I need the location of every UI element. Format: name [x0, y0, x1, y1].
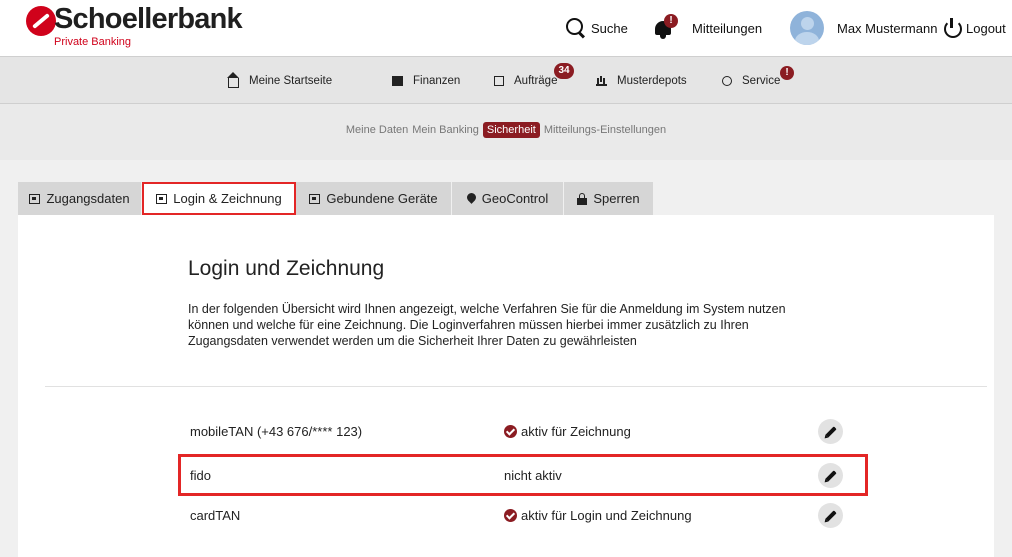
nav-item-service[interactable]: Service	[722, 57, 780, 105]
chart-bars-icon	[596, 76, 607, 86]
pencil-icon	[824, 469, 837, 482]
nav-item-label: Musterdepots	[617, 75, 687, 87]
edit-method-button[interactable]	[818, 503, 843, 528]
sub-navigation: Meine Daten Mein Banking Sicherheit Mitt…	[0, 104, 1012, 160]
avatar	[790, 11, 824, 45]
bell-icon: !	[654, 14, 678, 40]
search-button[interactable]: Suche	[566, 0, 628, 56]
logout-button[interactable]: Logout	[942, 0, 1006, 56]
page-description: In der folgenden Übersicht wird Ihnen an…	[188, 302, 786, 348]
tab-gebundene-geraete[interactable]: Gebundene Geräte	[296, 182, 452, 215]
brand-mark-icon	[26, 6, 56, 36]
tab-login-zeichnung[interactable]: Login & Zeichnung	[142, 182, 296, 215]
tab-label: GeoControl	[481, 191, 549, 206]
tab-label: Gebundene Geräte	[326, 191, 438, 206]
edit-method-button[interactable]	[818, 463, 843, 488]
pencil-icon	[824, 425, 837, 438]
map-pin-icon	[467, 193, 476, 205]
method-status-text: aktiv für Login und Zeichnung	[521, 507, 692, 523]
check-icon	[504, 424, 517, 438]
subnav-item-meine-daten[interactable]: Meine Daten	[346, 124, 408, 136]
power-icon	[942, 17, 964, 39]
method-row-mobiletan: mobileTAN (+43 676/**** 123) aktiv für Z…	[178, 411, 868, 451]
notifications-label: Mitteilungen	[692, 20, 763, 36]
id-card-icon	[29, 193, 41, 204]
nav-item-label: Aufträge	[514, 75, 558, 87]
method-status: aktiv für Zeichnung	[504, 411, 631, 451]
tab-label: Sperren	[593, 191, 640, 206]
edit-method-button[interactable]	[818, 419, 843, 444]
nav-item-musterdepots[interactable]: Musterdepots	[596, 57, 687, 105]
subnav-item-mein-banking[interactable]: Mein Banking	[412, 124, 479, 136]
method-status-text: nicht aktiv	[504, 467, 562, 483]
tab-geocontrol[interactable]: GeoControl	[452, 182, 564, 215]
brand-name: Schoellerbank	[54, 3, 243, 35]
tab-zugangsdaten[interactable]: Zugangsdaten	[18, 182, 142, 215]
nav-item-auftraege[interactable]: Aufträge	[494, 57, 557, 105]
subnav-item-sicherheit[interactable]: Sicherheit	[482, 122, 540, 138]
check-icon	[504, 508, 517, 522]
orders-count-badge: 34	[554, 63, 574, 79]
method-row-fido: fido nicht aktiv	[178, 454, 868, 496]
method-row-cardtan: cardTAN aktiv für Login und Zeichnung	[178, 495, 868, 535]
method-status-text: aktiv für Zeichnung	[521, 423, 631, 439]
method-name: mobileTAN (+43 676/**** 123)	[190, 423, 363, 439]
nav-item-finanzen[interactable]: Finanzen	[392, 57, 460, 105]
finance-icon	[392, 76, 403, 86]
orders-icon	[494, 76, 504, 86]
tab-label: Zugangsdaten	[46, 191, 130, 206]
schoellerbank-logo[interactable]: Schoellerbank Private Banking	[26, 3, 246, 52]
service-icon	[722, 76, 732, 86]
home-icon	[227, 72, 239, 88]
id-card-icon	[156, 193, 168, 204]
tab-label: Login & Zeichnung	[173, 191, 282, 206]
top-header: Schoellerbank Private Banking Suche ! Mi…	[0, 0, 1012, 56]
page-title: Login und Zeichnung	[188, 257, 385, 280]
nav-item-meine-startseite[interactable]: Meine Startseite	[227, 57, 333, 105]
user-menu[interactable]: Max Mustermann	[790, 0, 937, 56]
search-label: Suche	[591, 20, 628, 36]
user-name: Max Mustermann	[837, 20, 938, 36]
main-navigation: Meine Startseite Finanzen Aufträge 34 Mu…	[0, 56, 1012, 104]
lock-icon	[577, 192, 588, 205]
method-name: cardTAN	[190, 507, 241, 523]
method-status: nicht aktiv	[504, 457, 562, 493]
login-zeichnung-panel: Login und Zeichnung In der folgenden Übe…	[18, 215, 994, 557]
logout-label: Logout	[966, 20, 1006, 36]
pencil-icon	[824, 509, 837, 522]
brand-subtitle: Private Banking	[54, 36, 132, 48]
nav-item-label: Meine Startseite	[249, 75, 333, 87]
nav-item-label: Service	[742, 75, 781, 87]
security-tabs: Zugangsdaten Login & Zeichnung Gebundene…	[18, 182, 994, 215]
method-status: aktiv für Login und Zeichnung	[504, 495, 692, 535]
method-name: fido	[190, 467, 211, 483]
search-icon	[566, 18, 586, 38]
service-alert-badge: !	[780, 66, 794, 80]
subnav-item-mitteilungs-einstellungen[interactable]: Mitteilungs-Einstellungen	[544, 124, 666, 136]
notifications-alert-badge: !	[664, 14, 678, 28]
tab-sperren[interactable]: Sperren	[564, 182, 654, 215]
nav-item-label: Finanzen	[413, 75, 461, 87]
divider	[45, 386, 987, 387]
id-card-icon	[309, 193, 321, 204]
notifications-button[interactable]: ! Mitteilungen	[654, 0, 762, 56]
